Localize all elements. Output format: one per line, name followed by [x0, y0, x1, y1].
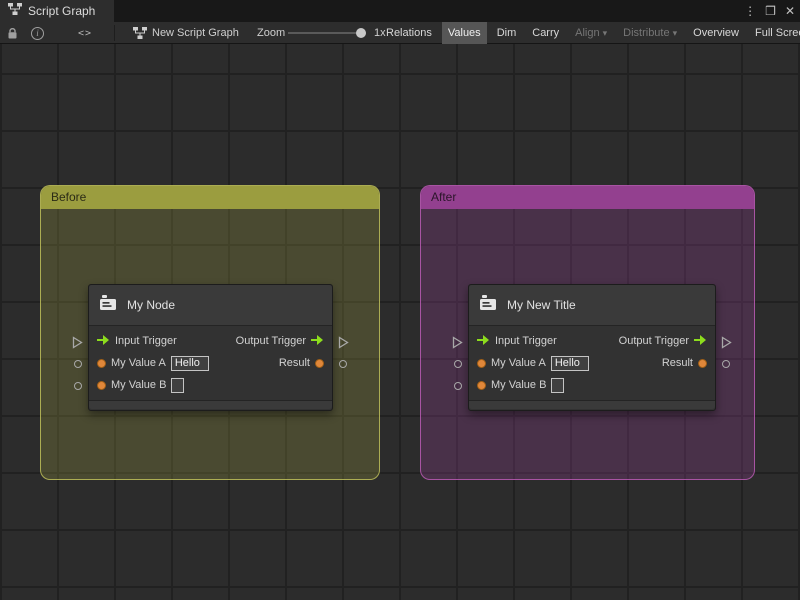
- relations-button[interactable]: Relations: [380, 22, 438, 44]
- value-b-port-icon[interactable]: [97, 380, 106, 390]
- graph-asset-icon: [133, 22, 147, 44]
- group-before-header[interactable]: Before: [41, 186, 379, 209]
- port-row: Input Trigger Output Trigger: [89, 330, 332, 352]
- external-value-b-port[interactable]: [74, 382, 82, 390]
- node-title: My New Title: [507, 298, 576, 312]
- node-title: My Node: [127, 298, 176, 312]
- lock-icon[interactable]: [7, 22, 18, 44]
- close-icon[interactable]: ✕: [785, 4, 795, 18]
- external-input-trigger-port[interactable]: [72, 336, 83, 354]
- value-b-port-icon[interactable]: [477, 380, 486, 390]
- node-body: Input Trigger Output Trigger My Value A …: [89, 326, 332, 396]
- external-input-trigger-port[interactable]: [452, 336, 463, 354]
- graph-toolbar: i <> New Script Graph Zoom 1x Relations …: [0, 22, 800, 44]
- fullscreen-button[interactable]: Full Screen: [749, 22, 800, 44]
- external-value-a-port[interactable]: [74, 360, 82, 368]
- value-a-port-icon[interactable]: [477, 358, 486, 368]
- value-a-field[interactable]: [550, 355, 589, 371]
- output-trigger-label: Output Trigger: [618, 335, 689, 347]
- port-row: My Value B: [89, 374, 332, 396]
- toolbar-buttons: Relations Values Dim Carry Align ▾ Distri…: [380, 22, 800, 44]
- unit-icon: [100, 294, 118, 316]
- external-result-port[interactable]: [339, 360, 347, 368]
- unit-icon: [480, 294, 498, 316]
- port-row: My Value B: [469, 374, 715, 396]
- node-header[interactable]: My New Title: [469, 285, 715, 326]
- external-output-trigger-port[interactable]: [721, 336, 732, 354]
- value-a-label: My Value A: [111, 357, 166, 369]
- distribute-label: Distribute: [623, 27, 670, 39]
- info-icon[interactable]: i: [31, 22, 44, 44]
- node-after[interactable]: My New Title Input Trigger Output Trigge…: [452, 284, 732, 411]
- chevron-down-icon: ▾: [672, 28, 678, 38]
- output-trigger-label: Output Trigger: [235, 335, 306, 347]
- node-footer: [89, 400, 332, 409]
- tab-title: Script Graph: [28, 4, 96, 18]
- value-a-port-icon[interactable]: [97, 358, 106, 368]
- maximize-icon[interactable]: ❒: [765, 4, 776, 18]
- value-a-field[interactable]: [170, 355, 209, 371]
- zoom-slider-knob[interactable]: [356, 28, 366, 38]
- group-title: Before: [51, 190, 87, 204]
- graph-canvas[interactable]: Before After My Node Input Trigger Outpu…: [0, 44, 800, 600]
- flow-input-port-icon[interactable]: [97, 332, 110, 350]
- zoom-slider[interactable]: [288, 32, 366, 34]
- zoom-label: Zoom: [257, 27, 286, 39]
- code-icon[interactable]: <>: [78, 22, 92, 44]
- port-row: My Value A Result: [89, 352, 332, 374]
- port-row: My Value A Result: [469, 352, 715, 374]
- value-b-label: My Value B: [111, 379, 167, 391]
- input-trigger-label: Input Trigger: [495, 335, 557, 347]
- group-title: After: [431, 190, 457, 204]
- external-value-a-port[interactable]: [454, 360, 462, 368]
- carry-button[interactable]: Carry: [526, 22, 565, 44]
- result-label: Result: [661, 357, 693, 369]
- input-trigger-label: Input Trigger: [115, 335, 177, 347]
- value-b-field[interactable]: [551, 377, 565, 393]
- script-graph-icon: [8, 2, 22, 20]
- chevron-down-icon: ▾: [602, 28, 608, 38]
- flow-output-port-icon[interactable]: [694, 332, 707, 350]
- dim-button[interactable]: Dim: [491, 22, 523, 44]
- external-output-trigger-port[interactable]: [338, 336, 349, 354]
- external-value-b-port[interactable]: [454, 382, 462, 390]
- window: Script Graph ⋮ ❒ ✕ i <> New Script Graph…: [0, 0, 800, 600]
- result-port-icon[interactable]: [698, 358, 707, 368]
- overview-button[interactable]: Overview: [687, 22, 745, 44]
- node-footer: [469, 400, 715, 409]
- tab-menu-icon[interactable]: ⋮: [744, 4, 756, 18]
- node-body: Input Trigger Output Trigger My Value A …: [469, 326, 715, 396]
- align-dropdown[interactable]: Align ▾: [569, 22, 613, 44]
- external-result-port[interactable]: [722, 360, 730, 368]
- group-after-header[interactable]: After: [421, 186, 754, 209]
- window-controls: ⋮ ❒ ✕: [744, 0, 795, 22]
- distribute-dropdown[interactable]: Distribute ▾: [617, 22, 683, 44]
- graph-name-label[interactable]: New Script Graph: [152, 22, 239, 44]
- flow-output-port-icon[interactable]: [311, 332, 324, 350]
- port-row: Input Trigger Output Trigger: [469, 330, 715, 352]
- align-label: Align: [575, 27, 600, 39]
- result-label: Result: [278, 357, 310, 369]
- node-header[interactable]: My Node: [89, 285, 332, 326]
- flow-input-port-icon[interactable]: [477, 332, 490, 350]
- tab-bar: Script Graph ⋮ ❒ ✕: [0, 0, 800, 22]
- value-b-field[interactable]: [171, 377, 185, 393]
- tab-script-graph[interactable]: Script Graph: [0, 0, 114, 22]
- values-button[interactable]: Values: [441, 22, 487, 44]
- result-port-icon[interactable]: [315, 358, 324, 368]
- value-b-label: My Value B: [491, 379, 547, 391]
- value-a-label: My Value A: [491, 357, 546, 369]
- toolbar-separator: [114, 25, 115, 41]
- node-before[interactable]: My Node Input Trigger Output Trigger My …: [72, 284, 349, 411]
